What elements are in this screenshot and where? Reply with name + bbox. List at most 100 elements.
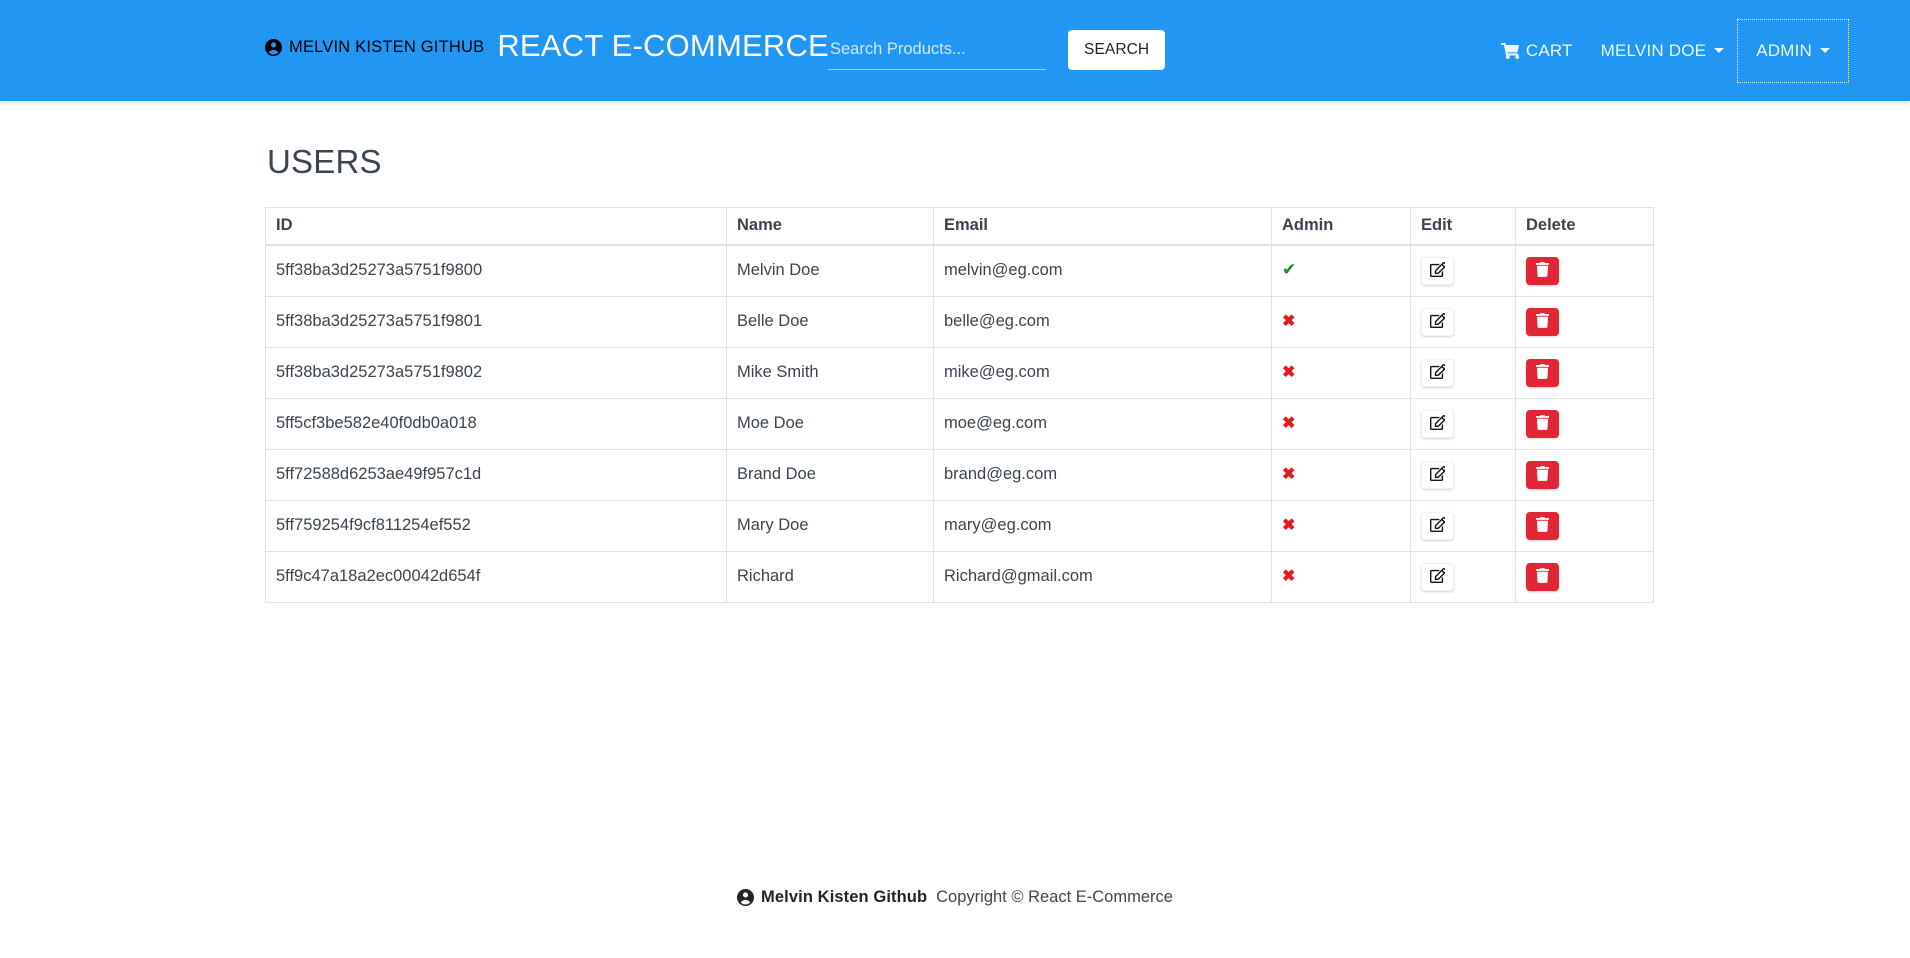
footer-copyright: Copyright © React E-Commerce — [936, 888, 1173, 906]
edit-user-button[interactable] — [1421, 409, 1454, 438]
chevron-down-icon — [1714, 48, 1725, 53]
nav-item-cart-label: CART — [1525, 40, 1573, 60]
edit-user-button[interactable] — [1421, 307, 1454, 336]
nav-item-admin-label: ADMIN — [1756, 40, 1812, 60]
cell-id: 5ff759254f9cf811254ef552 — [265, 499, 727, 552]
column-header-edit: Edit — [1410, 207, 1516, 246]
table-row: 5ff72588d6253ae49f957c1d Brand Doe brand@e… — [265, 448, 1654, 501]
github-brand-label: MELVIN KISTEN GITHUB — [289, 38, 485, 56]
column-header-admin: Admin — [1271, 207, 1411, 246]
delete-user-button[interactable] — [1526, 307, 1559, 336]
cell-id: 5ff38ba3d25273a5751f9802 — [265, 346, 727, 399]
column-header-id: ID — [265, 207, 727, 246]
trash-icon — [1536, 414, 1549, 433]
cell-admin: ✔ — [1271, 244, 1411, 297]
shopping-cart-icon — [1500, 42, 1519, 59]
chevron-down-icon — [1820, 48, 1830, 53]
edit-user-button[interactable] — [1421, 562, 1454, 591]
search-button[interactable]: SEARCH — [1068, 30, 1166, 70]
cell-delete — [1515, 448, 1654, 501]
github-brand-link[interactable]: MELVIN KISTEN GITHUB — [265, 38, 484, 57]
pencil-square-icon — [1430, 567, 1447, 586]
edit-user-button[interactable] — [1421, 256, 1454, 285]
cell-admin: ✖ — [1271, 397, 1411, 450]
search-form: SEARCH — [828, 30, 1166, 70]
cell-admin: ✖ — [1271, 550, 1411, 603]
delete-user-button[interactable] — [1526, 256, 1559, 285]
delete-user-button[interactable] — [1526, 409, 1559, 438]
column-header-name: Name — [726, 207, 934, 246]
cell-delete — [1515, 499, 1654, 552]
main-container: USERS ID Name Email Admin Edit Delete 5f… — [265, 101, 1655, 603]
cell-name: Mike Smith — [726, 346, 934, 399]
edit-user-button[interactable] — [1421, 511, 1454, 540]
cell-admin: ✖ — [1271, 499, 1411, 552]
table-row: 5ff38ba3d25273a5751f9801 Belle Doe belle@e… — [265, 295, 1654, 348]
cell-edit — [1410, 397, 1516, 450]
top-navbar: MELVIN KISTEN GITHUB REACT E-COMMERCE SE… — [0, 0, 1910, 101]
cell-edit — [1410, 448, 1516, 501]
nav-item-user-menu[interactable]: MELVIN DOE — [1587, 32, 1739, 70]
table-row: 5ff9c47a18a2ec00042d654f Richard Richard@g… — [265, 550, 1654, 603]
nav-item-cart[interactable]: CART — [1487, 32, 1587, 70]
times-icon: ✖ — [1282, 313, 1296, 330]
person-circle-icon — [265, 39, 282, 56]
edit-user-button[interactable] — [1421, 358, 1454, 387]
trash-icon — [1536, 516, 1549, 535]
cell-name: Brand Doe — [726, 448, 934, 501]
trash-icon — [1536, 465, 1549, 484]
pencil-square-icon — [1430, 516, 1447, 535]
delete-user-button[interactable] — [1526, 460, 1559, 489]
table-header-row: ID Name Email Admin Edit Delete — [265, 207, 1654, 246]
cell-id: 5ff9c47a18a2ec00042d654f — [265, 550, 727, 603]
site-title[interactable]: REACT E-COMMERCE — [497, 28, 829, 64]
trash-icon — [1536, 363, 1549, 382]
cell-id: 5ff5cf3be582e40f0db0a018 — [265, 397, 727, 450]
cell-edit — [1410, 295, 1516, 348]
cell-delete — [1515, 397, 1654, 450]
edit-user-button[interactable] — [1421, 460, 1454, 489]
pencil-square-icon — [1430, 363, 1447, 382]
search-input[interactable] — [828, 30, 1046, 70]
check-icon: ✔ — [1282, 260, 1297, 279]
cell-email: mike@eg.com — [933, 346, 1272, 399]
pencil-square-icon — [1430, 261, 1447, 280]
column-header-delete: Delete — [1515, 207, 1654, 246]
times-icon: ✖ — [1282, 466, 1296, 483]
page-title: USERS — [267, 143, 382, 180]
cell-email: moe@eg.com — [933, 397, 1272, 450]
cell-email: Richard@gmail.com — [933, 550, 1272, 603]
cell-name: Richard — [726, 550, 934, 603]
footer-author[interactable]: Melvin Kisten Github — [737, 888, 927, 907]
cell-id: 5ff38ba3d25273a5751f9800 — [265, 244, 727, 297]
pencil-square-icon — [1430, 312, 1447, 331]
column-header-email: Email — [933, 207, 1272, 246]
person-circle-icon — [737, 889, 755, 906]
cell-admin: ✖ — [1271, 448, 1411, 501]
table-row: 5ff38ba3d25273a5751f9802 Mike Smith mike@e… — [265, 346, 1654, 399]
nav-item-user-label: MELVIN DOE — [1600, 40, 1707, 60]
cell-edit — [1410, 346, 1516, 399]
cell-admin: ✖ — [1271, 295, 1411, 348]
delete-user-button[interactable] — [1526, 511, 1559, 540]
cell-name: Moe Doe — [726, 397, 934, 450]
delete-user-button[interactable] — [1526, 358, 1559, 387]
cell-name: Belle Doe — [726, 295, 934, 348]
times-icon: ✖ — [1282, 568, 1296, 585]
times-icon: ✖ — [1282, 517, 1296, 534]
trash-icon — [1536, 312, 1549, 331]
cell-email: melvin@eg.com — [933, 244, 1272, 297]
cell-admin: ✖ — [1271, 346, 1411, 399]
pencil-square-icon — [1430, 414, 1447, 433]
users-table: ID Name Email Admin Edit Delete 5ff38ba3… — [265, 207, 1654, 603]
delete-user-button[interactable] — [1526, 562, 1559, 591]
cell-delete — [1515, 295, 1654, 348]
cell-edit — [1410, 499, 1516, 552]
cell-name: Melvin Doe — [726, 244, 934, 297]
nav-item-admin-menu[interactable]: ADMIN — [1737, 18, 1849, 83]
table-row: 5ff38ba3d25273a5751f9800 Melvin Doe melvin… — [265, 244, 1654, 297]
users-table-body: 5ff38ba3d25273a5751f9800 Melvin Doe melvin… — [265, 244, 1654, 603]
trash-icon — [1536, 261, 1549, 280]
pencil-square-icon — [1430, 465, 1447, 484]
footer-author-label: Melvin Kisten Github — [761, 888, 928, 906]
